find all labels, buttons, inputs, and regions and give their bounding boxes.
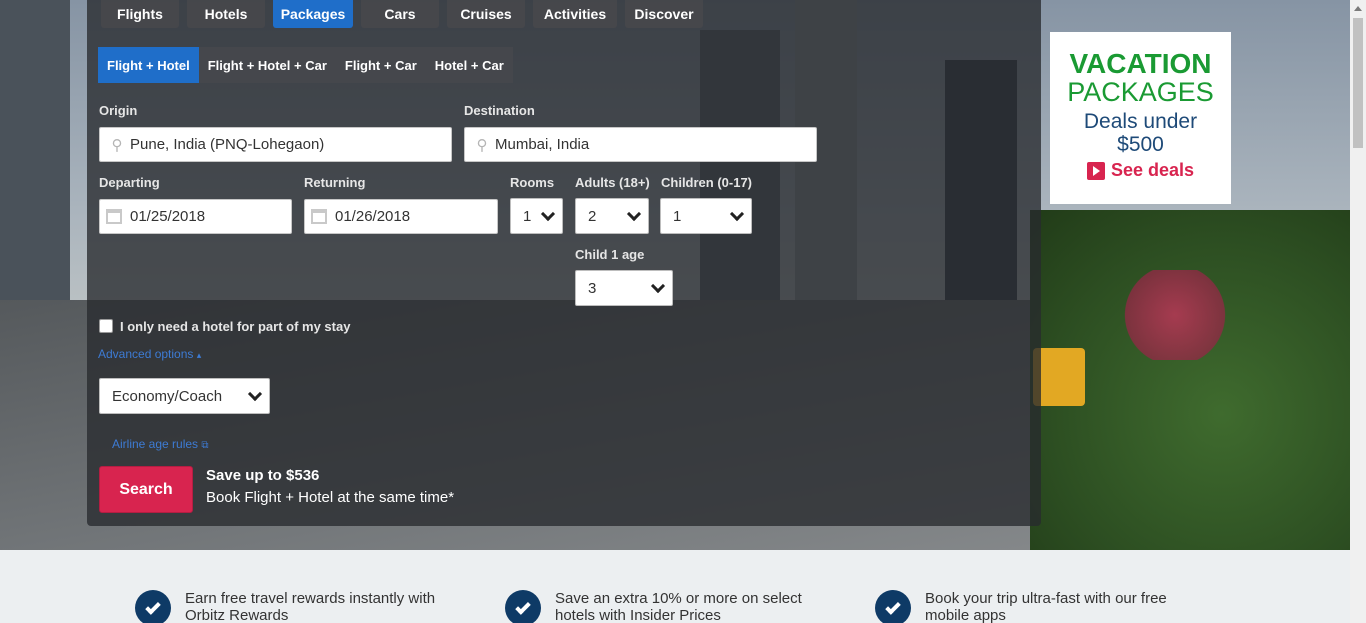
tab-activities[interactable]: Activities (533, 0, 617, 28)
chevron-down-icon (247, 386, 263, 401)
hero-building (0, 0, 70, 300)
benefit-item: Book your trip ultra-fast with our free … (875, 590, 1195, 623)
tab-hotels[interactable]: Hotels (187, 0, 265, 28)
benefit-item: Save an extra 10% or more on select hote… (505, 590, 825, 623)
vacation-packages-ad[interactable]: VACATION PACKAGES Deals under $500 See d… (1050, 32, 1231, 204)
destination-value: Mumbai, India (495, 136, 590, 153)
departing-label: Departing (99, 175, 160, 190)
child1-age-label: Child 1 age (575, 247, 645, 262)
tab-label: Cruises (460, 6, 512, 22)
scrollbar-thumb[interactable] (1353, 18, 1363, 148)
tab-label: Flights (117, 6, 163, 22)
chevron-down-icon (626, 206, 642, 221)
airline-age-rules-link[interactable]: Airline age rules ⧉ (112, 437, 209, 451)
benefit-text: Book your trip ultra-fast with our free … (925, 590, 1167, 623)
benefit-text: Save an extra 10% or more on select hote… (555, 590, 802, 623)
location-pin-icon: ⚲ (111, 136, 123, 154)
departing-date-field[interactable]: 01/25/2018 (99, 199, 292, 234)
rooms-value: 1 (523, 207, 532, 225)
tab-cars[interactable]: Cars (361, 0, 439, 28)
advanced-options-text: Advanced options (98, 347, 194, 361)
hero-flowers (1120, 270, 1230, 360)
checkmark-icon (135, 590, 171, 623)
tab-discover[interactable]: Discover (625, 0, 703, 28)
tab-cruises[interactable]: Cruises (447, 0, 525, 28)
returning-date-field[interactable]: 01/26/2018 (304, 199, 498, 234)
ad-line3: Deals under (1083, 110, 1198, 133)
returning-value: 01/26/2018 (335, 208, 411, 225)
airline-age-rules-text: Airline age rules (112, 437, 199, 451)
tab-label: Cars (384, 6, 416, 22)
subtab-flight-car[interactable]: Flight + Car (335, 47, 426, 83)
children-select[interactable]: 1 (660, 198, 752, 234)
origin-value: Pune, India (PNQ-Lohegaon) (130, 136, 325, 153)
adults-value: 2 (588, 207, 597, 225)
children-value: 1 (673, 207, 682, 225)
subtab-flight-hotel[interactable]: Flight + Hotel (98, 47, 199, 83)
subtab-flight-hotel-car[interactable]: Flight + Hotel + Car (198, 47, 336, 83)
rooms-label: Rooms (510, 175, 555, 190)
destination-field[interactable]: ⚲ Mumbai, India (464, 127, 817, 162)
rooms-select[interactable]: 1 (510, 198, 563, 234)
page-scrollbar[interactable] (1350, 0, 1366, 623)
tab-label: Hotels (204, 6, 248, 22)
cabin-class-value: Economy/Coach (112, 387, 223, 405)
chevron-down-icon (729, 206, 745, 221)
tab-label: Activities (543, 6, 607, 22)
checkmark-icon (505, 590, 541, 623)
tab-flights[interactable]: Flights (101, 0, 179, 28)
tab-packages[interactable]: Packages (273, 0, 353, 28)
package-subtabs: Flight + Hotel Flight + Hotel + Car Flig… (98, 47, 513, 83)
destination-label: Destination (464, 103, 535, 118)
checkmark-icon (875, 590, 911, 623)
search-button[interactable]: Search (99, 466, 193, 513)
chevron-up-icon: ▴ (196, 350, 202, 360)
calendar-icon (311, 209, 327, 224)
tab-label: Packages (280, 6, 346, 22)
subtab-hotel-car[interactable]: Hotel + Car (425, 47, 513, 83)
benefit-text: Earn free travel rewards instantly with … (185, 590, 436, 623)
scroll-up-arrow-icon[interactable] (1350, 0, 1366, 16)
ad-cta[interactable]: See deals (1050, 160, 1231, 181)
chevron-down-icon (540, 206, 556, 221)
origin-label: Origin (99, 103, 138, 118)
ad-line1: VACATION (1069, 48, 1212, 79)
returning-label: Returning (304, 175, 366, 190)
promo-headline: Save up to $536 (206, 467, 320, 484)
external-link-icon: ⧉ (201, 440, 209, 451)
advanced-options-link[interactable]: Advanced options ▴ (98, 347, 201, 361)
benefits-strip: Earn free travel rewards instantly with … (0, 550, 1350, 623)
ad-cta-text: See deals (1110, 160, 1195, 180)
cabin-class-select[interactable]: Economy/Coach (99, 378, 270, 414)
product-tabs: Flights Hotels Packages Cars Cruises Act… (101, 0, 703, 28)
tab-label: Discover (634, 6, 694, 22)
benefit-item: Earn free travel rewards instantly with … (135, 590, 455, 623)
partial-stay-label[interactable]: I only need a hotel for part of my stay (120, 319, 350, 334)
child1-age-value: 3 (588, 279, 597, 297)
location-pin-icon: ⚲ (476, 136, 488, 154)
chevron-down-icon (650, 278, 666, 293)
adults-select[interactable]: 2 (575, 198, 649, 234)
play-icon (1086, 161, 1105, 180)
calendar-icon (106, 209, 122, 224)
departing-value: 01/25/2018 (130, 208, 206, 225)
partial-stay-checkbox[interactable] (99, 319, 113, 333)
child1-age-select[interactable]: 3 (575, 270, 673, 306)
promo-subtext: Book Flight + Hotel at the same time* (206, 489, 455, 506)
ad-line2: PACKAGES (1067, 77, 1214, 107)
children-label: Children (0-17) (661, 175, 753, 190)
origin-field[interactable]: ⚲ Pune, India (PNQ-Lohegaon) (99, 127, 452, 162)
ad-line4: $500 (1117, 133, 1164, 156)
adults-label: Adults (18+) (575, 175, 650, 190)
